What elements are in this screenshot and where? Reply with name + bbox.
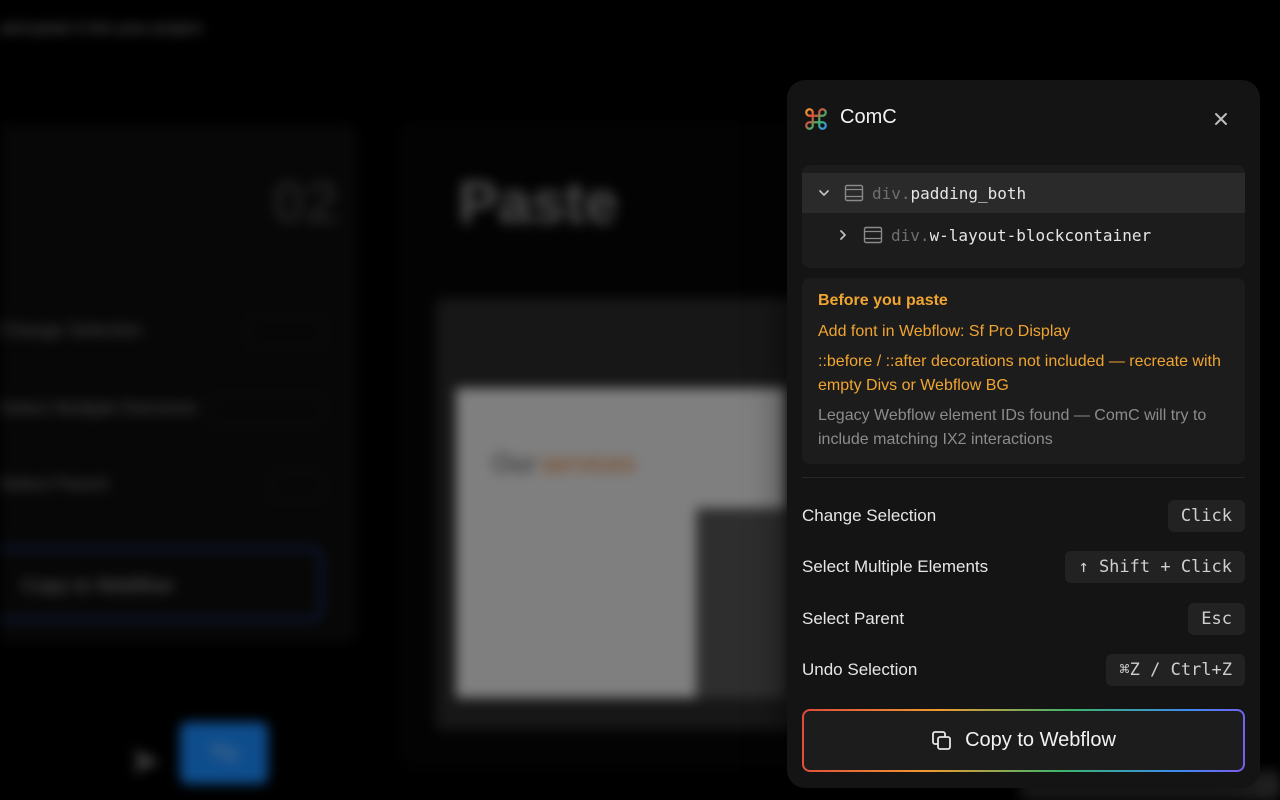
command-key-icon	[805, 108, 827, 130]
background-screenshot-image	[696, 508, 786, 698]
shortcut-select-parent: Select Parent Esc	[802, 602, 1245, 636]
shortcut-key: ↑ Shift + Click	[1065, 551, 1245, 583]
shortcut-select-multiple: Select Multiple Elements ↑ Shift + Click	[802, 550, 1245, 584]
background-step-title: Paste	[458, 169, 619, 236]
copy-icon	[932, 730, 951, 750]
panel-title: ComC	[840, 106, 897, 128]
shortcut-key: Esc	[1188, 603, 1245, 635]
copy-button-inner: Copy to Webflow	[804, 711, 1243, 770]
background-cursor-icon: ➤	[128, 739, 162, 783]
chevron-down-icon[interactable]	[816, 185, 832, 201]
background-row-1: Change Selection	[0, 320, 143, 340]
notice-item-ix2: Legacy Webflow element IDs found — ComC …	[818, 407, 1207, 448]
element-box-icon	[863, 226, 883, 244]
background-screenshot-heading-1: Our	[492, 448, 536, 478]
copy-to-webflow-button[interactable]: Copy to Webflow	[802, 709, 1245, 772]
background-screenshot-heading-2: services	[540, 448, 636, 478]
close-icon	[1215, 113, 1227, 125]
notice-title: Before you paste	[818, 292, 948, 309]
background-pill-3	[270, 470, 324, 502]
background-screenshot: Our services	[436, 298, 816, 730]
shortcut-label: Undo Selection	[802, 660, 918, 679]
notice-item-font: Add font in Webflow: Sf Pro Display	[818, 323, 1071, 340]
chevron-right-icon[interactable]	[835, 227, 851, 243]
tree-node-class: w-layout-blockcontainer	[929, 225, 1152, 245]
background-row-2: Select Multiple Elements	[0, 398, 198, 418]
close-button[interactable]	[1206, 104, 1236, 134]
background-pill-1	[246, 316, 324, 348]
tree-node-tag: div.	[891, 225, 930, 245]
tree-node-padding-both[interactable]: div. padding_both	[802, 173, 1245, 213]
shortcut-change-selection: Change Selection Click	[802, 499, 1245, 533]
element-box-icon	[844, 184, 864, 202]
comc-panel: ComC div. padding_both div. w-layout-blo…	[787, 80, 1260, 788]
shortcut-key: ⌘Z / Ctrl+Z	[1106, 654, 1245, 686]
background-screenshot-page: Our services	[456, 388, 786, 698]
shortcut-label: Select Multiple Elements	[802, 557, 989, 576]
background-subtitle: and paste it into your project.	[0, 20, 206, 37]
background-pill-2	[210, 394, 324, 426]
panel-header: ComC	[803, 100, 1244, 136]
shortcut-label: Change Selection	[802, 506, 937, 525]
background-row-3: Select Parent	[0, 474, 109, 494]
notice-item-pseudo: ::before / ::after decorations not inclu…	[818, 353, 1221, 394]
background-try-button: Try	[180, 722, 268, 784]
tree-node-class: padding_both	[910, 183, 1027, 203]
shortcut-label: Select Parent	[802, 609, 905, 628]
divider	[802, 477, 1245, 478]
shortcut-key: Click	[1167, 500, 1245, 532]
copy-button-label: Copy to Webflow	[965, 729, 1116, 751]
background-copy-button: Copy to Webflow	[0, 548, 322, 620]
tree-node-blockcontainer[interactable]: div. w-layout-blockcontainer	[802, 215, 1175, 255]
element-tree: div. padding_both div. w-layout-blockconta…	[802, 165, 1245, 268]
background-step-number: 02	[272, 169, 339, 236]
shortcut-undo-selection: Undo Selection ⌘Z / Ctrl+Z	[802, 653, 1245, 687]
before-paste-notice: Before you paste Add font in Webflow: Sf…	[802, 278, 1245, 464]
tree-node-tag: div.	[872, 183, 911, 203]
